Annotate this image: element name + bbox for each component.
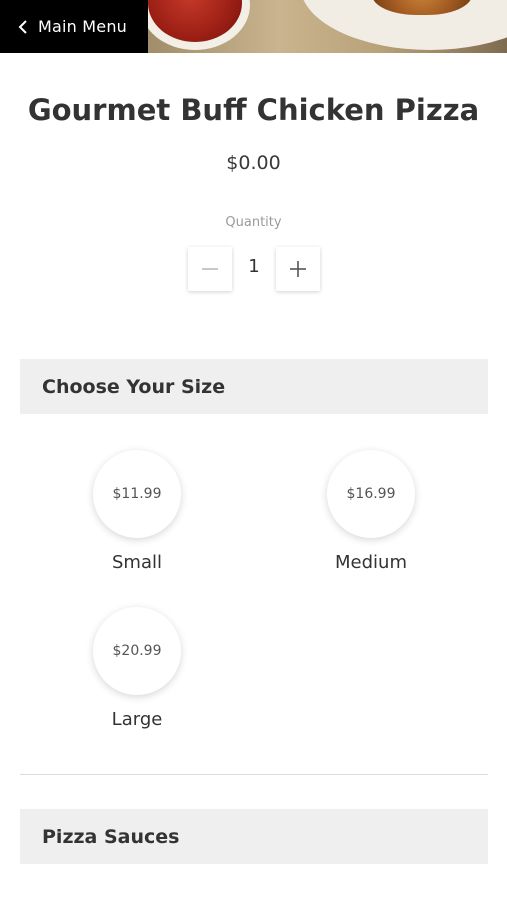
product-title: Gourmet Buff Chicken Pizza	[27, 93, 480, 127]
size-option-small[interactable]: $11.99 Small	[57, 450, 217, 573]
size-price-large: $20.99	[93, 607, 181, 695]
quantity-value: 1	[248, 256, 260, 277]
decrease-quantity-button[interactable]	[188, 247, 232, 291]
choose-size-header: Choose Your Size	[20, 359, 488, 414]
chevron-left-icon	[18, 19, 27, 34]
increase-quantity-button[interactable]	[276, 247, 320, 291]
size-label-medium: Medium	[335, 552, 407, 573]
section-divider	[20, 774, 488, 775]
size-option-medium[interactable]: $16.99 Medium	[291, 450, 451, 573]
back-button-label: Main Menu	[38, 17, 128, 36]
size-label-large: Large	[111, 709, 163, 730]
size-price-medium: $16.99	[327, 450, 415, 538]
product-price: $0.00	[226, 152, 281, 174]
minus-icon	[202, 268, 218, 270]
size-price-small: $11.99	[93, 450, 181, 538]
pizza-sauces-header[interactable]: Pizza Sauces	[20, 809, 488, 864]
size-label-small: Small	[112, 552, 162, 573]
back-to-main-menu-button[interactable]: Main Menu	[0, 0, 148, 53]
quantity-label: Quantity	[225, 215, 282, 230]
size-option-large[interactable]: $20.99 Large	[57, 607, 217, 730]
plus-icon	[290, 261, 306, 277]
